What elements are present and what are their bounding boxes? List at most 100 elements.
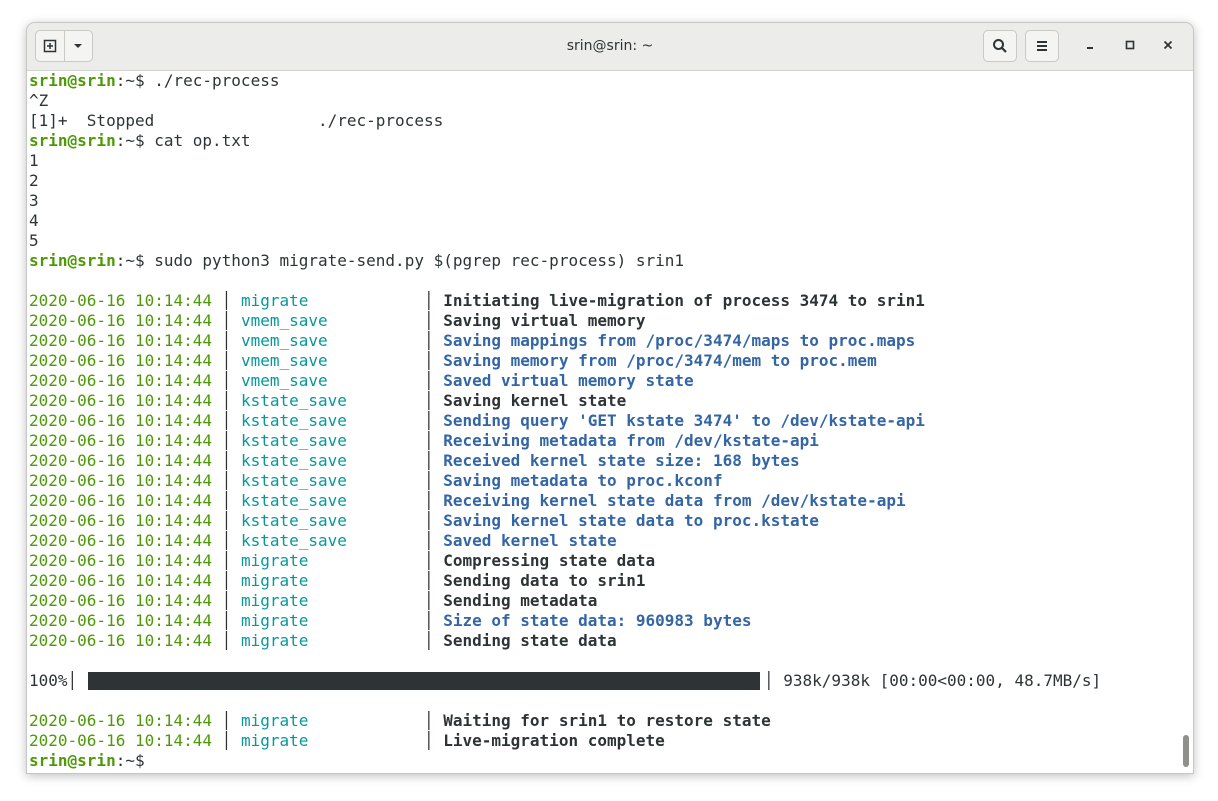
output-line: 4 (29, 211, 39, 231)
log-separator: │ (423, 711, 444, 730)
log-separator: │ (423, 431, 444, 450)
log-message: Saving metadata to proc.kconf (443, 471, 723, 490)
scrollbar-thumb[interactable] (1183, 735, 1189, 767)
search-button[interactable] (983, 30, 1017, 62)
log-timestamp: 2020-06-16 10:14:44 (29, 611, 213, 630)
log-module: vmem_save (240, 371, 328, 390)
close-button[interactable] (1155, 32, 1181, 58)
log-module: kstate_save (240, 451, 347, 470)
terminal-window: srin@srin: ~ srin@srin:~$ ./rec-process … (26, 22, 1194, 774)
command-line: srin@srin:~$ sudo python3 migrate-send.p… (29, 251, 684, 271)
prompt-user: srin@srin (29, 751, 116, 770)
minimize-icon (1087, 47, 1093, 49)
minimize-button[interactable] (1077, 32, 1103, 58)
log-message: Initiating live-migration of process 347… (443, 291, 925, 310)
log-separator: │ (212, 451, 241, 470)
log-timestamp: 2020-06-16 10:14:44 (29, 591, 213, 610)
log-row: 2020-06-16 10:14:44 │ migrate │ Waiting f… (29, 711, 771, 731)
log-separator: │ (212, 371, 241, 390)
log-timestamp: 2020-06-16 10:14:44 (29, 351, 213, 370)
log-separator: │ (423, 371, 444, 390)
log-timestamp: 2020-06-16 10:14:44 (29, 331, 213, 350)
log-separator: │ (212, 731, 241, 750)
log-separator: │ (423, 511, 444, 530)
log-message: Receiving metadata from /dev/kstate-api (443, 431, 819, 450)
log-separator: │ (212, 551, 241, 570)
log-separator: │ (212, 611, 241, 630)
output-text: ^Z (29, 91, 49, 110)
scrollbar[interactable] (1181, 71, 1189, 773)
log-message: Receiving kernel state data from /dev/ks… (443, 491, 906, 510)
log-row: 2020-06-16 10:14:44 │ kstate_save │ Savin… (29, 391, 626, 411)
log-separator: │ (423, 411, 444, 430)
menu-button[interactable] (1025, 30, 1059, 62)
log-timestamp: 2020-06-16 10:14:44 (29, 491, 213, 510)
progress-left-border: │ (67, 671, 78, 690)
log-module: migrate (240, 731, 309, 750)
log-row: 2020-06-16 10:14:44 │ migrate │ Sending d… (29, 571, 646, 591)
log-message: Saving mappings from /proc/3474/maps to … (443, 331, 916, 350)
log-module: kstate_save (240, 471, 347, 490)
log-row: 2020-06-16 10:14:44 │ migrate │ Initiatin… (29, 291, 925, 311)
terminal-output[interactable]: srin@srin:~$ ./rec-process ^Z [1]+ Stopped… (27, 71, 1179, 773)
log-separator: │ (423, 551, 444, 570)
log-separator: │ (212, 391, 241, 410)
log-timestamp: 2020-06-16 10:14:44 (29, 291, 213, 310)
log-separator: │ (423, 451, 444, 470)
log-module: migrate (240, 551, 309, 570)
prompt-path: :~ (115, 751, 135, 770)
log-message: Live-migration complete (443, 731, 665, 750)
maximize-button[interactable] (1117, 32, 1143, 58)
log-separator: │ (423, 631, 444, 650)
log-module: kstate_save (240, 511, 347, 530)
progress-line: 100%│ │ 938k/938k [00:00<00:00, 48.7MB/s] (29, 671, 1101, 691)
close-icon (1163, 40, 1173, 50)
log-separator: │ (423, 571, 444, 590)
log-row: 2020-06-16 10:14:44 │ migrate │ Sending m… (29, 591, 597, 611)
log-row: 2020-06-16 10:14:44 │ vmem_save │ Saving … (29, 351, 877, 371)
command-text: cat op.txt (154, 131, 251, 150)
log-message: Sending metadata (443, 591, 598, 610)
progress-stats: │ 938k/938k [00:00<00:00, 48.7MB/s] (764, 671, 1102, 690)
output-line: [1]+ Stopped ./rec-process (29, 111, 443, 131)
log-separator: │ (212, 411, 241, 430)
log-message: Saving memory from /proc/3474/mem to pro… (443, 351, 877, 370)
log-row: 2020-06-16 10:14:44 │ kstate_save │ Recei… (29, 491, 906, 511)
window-title: srin@srin: ~ (566, 38, 654, 54)
search-icon (993, 39, 1007, 53)
output-text: [1]+ Stopped ./rec-process (29, 111, 444, 130)
log-message: Sending query 'GET kstate 3474' to /dev/… (443, 411, 925, 430)
log-separator: │ (212, 311, 241, 330)
command-line: srin@srin:~$ (29, 751, 154, 771)
output-line: ^Z (29, 91, 48, 111)
log-message: Waiting for srin1 to restore state (443, 711, 771, 730)
log-module: migrate (240, 631, 309, 650)
log-separator: │ (212, 531, 241, 550)
output-text: 1 (29, 151, 39, 170)
log-timestamp: 2020-06-16 10:14:44 (29, 571, 213, 590)
output-line: 5 (29, 231, 39, 251)
log-separator: │ (212, 291, 241, 310)
log-module: kstate_save (240, 411, 347, 430)
log-row: 2020-06-16 10:14:44 │ migrate │ Sending s… (29, 631, 617, 651)
log-module: kstate_save (240, 491, 347, 510)
log-timestamp: 2020-06-16 10:14:44 (29, 511, 213, 530)
log-row: 2020-06-16 10:14:44 │ vmem_save │ Saving … (29, 311, 646, 331)
command-line: srin@srin:~$ cat op.txt (29, 131, 251, 151)
title-bar: srin@srin: ~ (27, 23, 1193, 71)
log-separator: │ (212, 331, 241, 350)
log-separator: │ (423, 391, 444, 410)
log-timestamp: 2020-06-16 10:14:44 (29, 711, 213, 730)
progress-bar (88, 672, 760, 690)
log-separator: │ (423, 491, 444, 510)
log-message: Sending state data (443, 631, 617, 650)
prompt-symbol: $ (134, 751, 155, 770)
prompt-user: srin@srin (29, 71, 116, 90)
log-message: Compressing state data (443, 551, 656, 570)
output-text: 3 (29, 191, 39, 210)
log-module: migrate (240, 611, 309, 630)
log-timestamp: 2020-06-16 10:14:44 (29, 411, 213, 430)
log-timestamp: 2020-06-16 10:14:44 (29, 311, 213, 330)
log-message: Sending data to srin1 (443, 571, 646, 590)
output-text: 4 (29, 211, 39, 230)
